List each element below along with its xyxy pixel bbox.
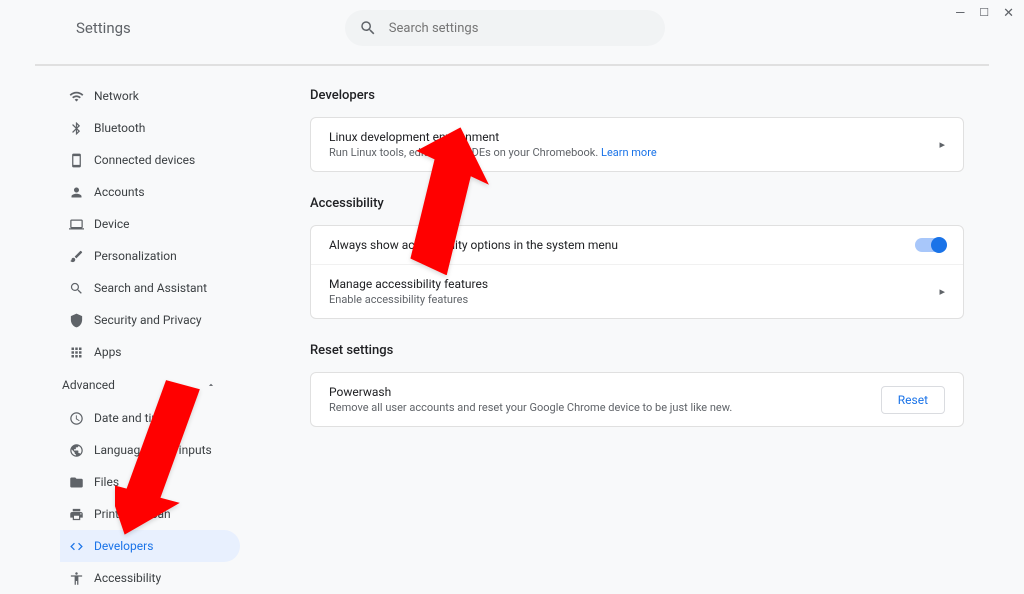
sidebar-item-label: Search and Assistant bbox=[94, 281, 207, 295]
sidebar-item-print-scan[interactable]: Print and scan bbox=[60, 498, 240, 530]
learn-more-link[interactable]: Learn more bbox=[601, 146, 657, 159]
sidebar-item-files[interactable]: Files bbox=[60, 466, 240, 498]
section-title-reset: Reset settings bbox=[310, 343, 964, 358]
powerwash-row: Powerwash Remove all user accounts and r… bbox=[311, 373, 963, 426]
reset-card: Powerwash Remove all user accounts and r… bbox=[310, 372, 964, 427]
sidebar-item-label: Bluetooth bbox=[94, 121, 145, 135]
maximize-button[interactable]: ☐ bbox=[979, 6, 989, 21]
accessibility-icon bbox=[60, 571, 92, 586]
a11y-always-show-row[interactable]: Always show accessibility options in the… bbox=[311, 226, 963, 265]
row-subtitle: Enable accessibility features bbox=[329, 293, 931, 306]
sidebar-item-label: Languages and inputs bbox=[94, 443, 212, 457]
row-subtitle: Remove all user accounts and reset your … bbox=[329, 401, 881, 414]
shield-icon bbox=[60, 313, 92, 328]
sidebar-item-label: Network bbox=[94, 89, 139, 103]
content: Developers Linux development environment… bbox=[240, 72, 1024, 594]
folder-icon bbox=[60, 475, 92, 490]
print-icon bbox=[60, 507, 92, 522]
sidebar-item-developers[interactable]: Developers bbox=[60, 530, 240, 562]
manage-a11y-row[interactable]: Manage accessibility features Enable acc… bbox=[311, 265, 963, 318]
sidebar-item-device[interactable]: Device bbox=[60, 208, 240, 240]
bluetooth-icon bbox=[60, 121, 92, 136]
minimize-button[interactable]: — bbox=[955, 6, 965, 21]
section-title-accessibility: Accessibility bbox=[310, 196, 964, 211]
accessibility-card: Always show accessibility options in the… bbox=[310, 225, 964, 319]
sidebar-item-label: Connected devices bbox=[94, 153, 195, 167]
sidebar-item-label: Personalization bbox=[94, 249, 177, 263]
sidebar-item-label: Developers bbox=[94, 539, 153, 553]
chevron-right-icon: ▸ bbox=[939, 285, 945, 298]
sidebar-item-label: Apps bbox=[94, 345, 122, 359]
developers-card: Linux development environment Run Linux … bbox=[310, 117, 964, 172]
chevron-right-icon: ▸ bbox=[939, 138, 945, 151]
sidebar-item-date-time[interactable]: Date and time bbox=[60, 402, 240, 434]
sidebar-item-label: Accessibility bbox=[94, 571, 161, 585]
person-icon bbox=[60, 185, 92, 200]
sidebar-item-accessibility[interactable]: Accessibility bbox=[60, 562, 240, 594]
sidebar-item-search-assistant[interactable]: Search and Assistant bbox=[60, 272, 240, 304]
search-icon bbox=[60, 281, 92, 296]
reset-button[interactable]: Reset bbox=[881, 386, 945, 414]
sidebar-item-connected-devices[interactable]: Connected devices bbox=[60, 144, 240, 176]
close-button[interactable]: ✕ bbox=[1003, 6, 1014, 21]
apps-icon bbox=[60, 345, 92, 360]
sidebar-item-network[interactable]: Network bbox=[60, 80, 240, 112]
page-title: Settings bbox=[76, 19, 131, 37]
sidebar-item-bluetooth[interactable]: Bluetooth bbox=[60, 112, 240, 144]
clock-icon bbox=[60, 411, 92, 426]
linux-env-row[interactable]: Linux development environment Run Linux … bbox=[311, 118, 963, 171]
row-title: Linux development environment bbox=[329, 130, 931, 144]
row-subtitle: Run Linux tools, editors, and IDEs on yo… bbox=[329, 146, 931, 159]
sidebar-item-label: Files bbox=[94, 475, 119, 489]
sidebar-item-label: Date and time bbox=[94, 411, 168, 425]
row-title: Powerwash bbox=[329, 385, 881, 399]
sidebar-advanced-toggle[interactable]: Advanced bbox=[60, 368, 240, 402]
sidebar-item-languages[interactable]: Languages and inputs bbox=[60, 434, 240, 466]
header: Settings bbox=[0, 0, 1024, 64]
row-title: Manage accessibility features bbox=[329, 277, 931, 291]
section-title-developers: Developers bbox=[310, 88, 964, 103]
sidebar-item-accounts[interactable]: Accounts bbox=[60, 176, 240, 208]
sidebar-item-apps[interactable]: Apps bbox=[60, 336, 240, 368]
sidebar-item-security-privacy[interactable]: Security and Privacy bbox=[60, 304, 240, 336]
brush-icon bbox=[60, 249, 92, 264]
laptop-icon bbox=[60, 217, 92, 232]
search-icon bbox=[359, 19, 377, 37]
globe-icon bbox=[60, 443, 92, 458]
sidebar-item-label: Accounts bbox=[94, 185, 145, 199]
search-input[interactable] bbox=[389, 21, 651, 36]
toggle-switch[interactable] bbox=[915, 238, 945, 252]
window-controls: — ☐ ✕ bbox=[955, 6, 1014, 21]
sidebar-item-label: Print and scan bbox=[94, 507, 171, 521]
sidebar-item-label: Device bbox=[94, 217, 130, 231]
chevron-up-icon bbox=[206, 380, 216, 390]
wifi-icon bbox=[60, 89, 92, 104]
search-box[interactable] bbox=[345, 10, 665, 46]
advanced-label: Advanced bbox=[62, 378, 115, 392]
sidebar: Network Bluetooth Connected devices Acco… bbox=[0, 72, 240, 594]
row-title: Always show accessibility options in the… bbox=[329, 238, 915, 252]
devices-icon bbox=[60, 153, 92, 168]
sidebar-item-label: Security and Privacy bbox=[94, 313, 202, 327]
sidebar-item-personalization[interactable]: Personalization bbox=[60, 240, 240, 272]
code-icon bbox=[60, 539, 92, 554]
